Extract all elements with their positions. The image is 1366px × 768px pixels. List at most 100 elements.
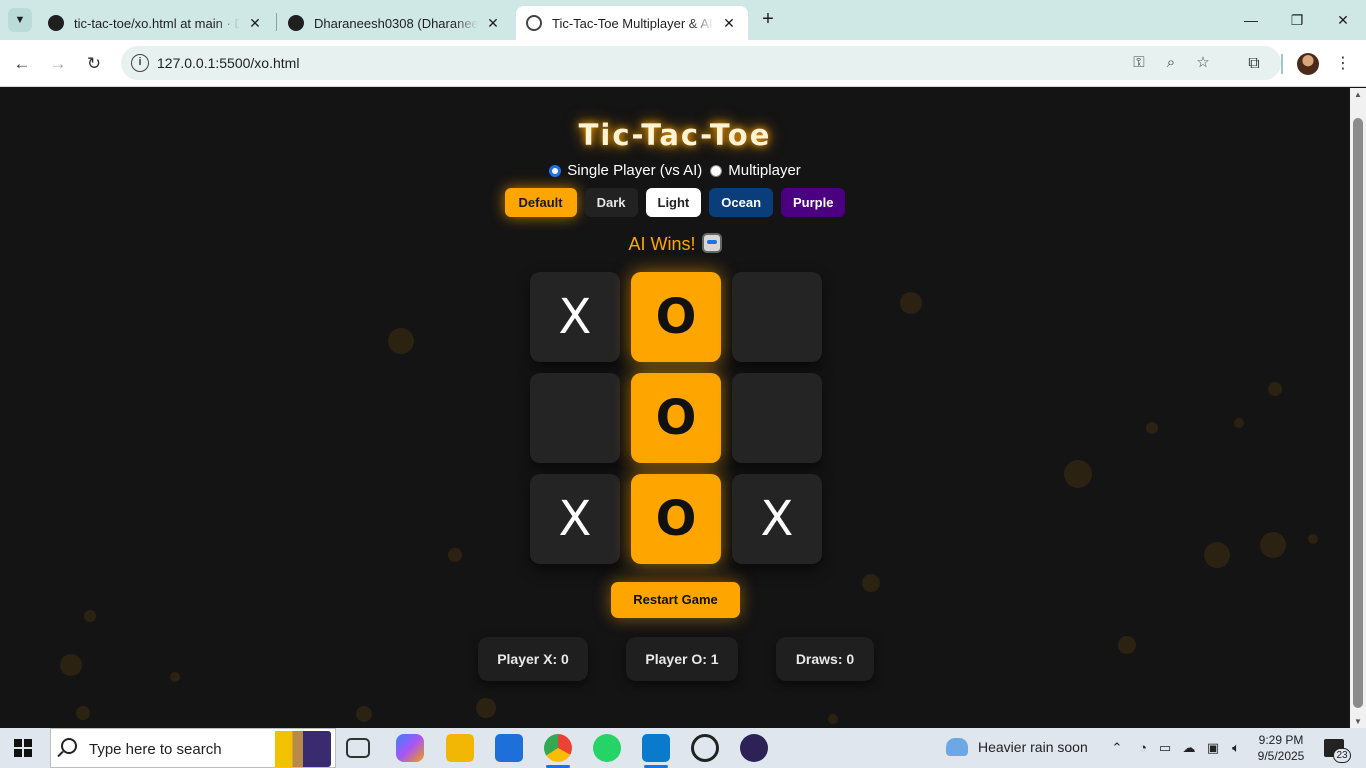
chrome-icon[interactable] [544, 734, 572, 768]
scroll-down-arrow-icon[interactable]: ▼ [1354, 717, 1362, 726]
clock-date: 9/5/2025 [1257, 749, 1305, 763]
tab-separator [276, 13, 277, 31]
weather-widget[interactable]: Heavier rain soon [946, 738, 1088, 756]
meet-now-icon[interactable]: ▣ [1204, 740, 1222, 756]
system-clock[interactable]: 9:29 PM 9/5/2025 [1254, 732, 1308, 764]
toolbar-divider [1281, 54, 1283, 74]
github-icon [288, 15, 304, 31]
browser-tab-github-xo[interactable]: tic-tac-toe/xo.html at main · Dh ✕ [38, 6, 274, 40]
tab-title: Dharaneesh0308 (Dharaneesh M [314, 15, 478, 31]
taskbar-search-box[interactable]: Type here to search [50, 728, 336, 768]
menu-icon[interactable]: ⋮ [1331, 52, 1355, 76]
network-icon[interactable]: ◔ [1134, 740, 1152, 755]
board-cell[interactable]: X [530, 272, 620, 362]
mode-selector: Single Player (vs AI) Multiplayer [0, 162, 1350, 179]
decor-dot [84, 610, 96, 622]
decor-dot [76, 706, 90, 720]
battery-icon[interactable]: ▭ [1156, 740, 1174, 756]
bookmark-star-icon[interactable]: ☆ [1193, 53, 1213, 73]
mode-multiplayer[interactable]: Multiplayer [710, 162, 801, 179]
board-cell[interactable]: O [631, 272, 721, 362]
board-cell[interactable]: X [530, 474, 620, 564]
scroll-thumb[interactable] [1353, 118, 1363, 708]
windows-start-icon[interactable] [14, 739, 32, 757]
search-placeholder: Type here to search [89, 741, 222, 758]
url-text[interactable]: 127.0.0.1:5500/xo.html [157, 55, 299, 71]
decor-dot [1268, 382, 1282, 396]
show-hidden-icons-chevron-icon[interactable]: ⌃ [1108, 740, 1126, 756]
reload-button[interactable]: ↻ [80, 50, 108, 78]
mode-single-player[interactable]: Single Player (vs AI) [549, 162, 702, 179]
zoom-icon[interactable]: ⌕ [1161, 53, 1181, 73]
onedrive-icon[interactable]: ☁ [1180, 740, 1198, 756]
single-player-radio[interactable] [549, 164, 562, 177]
file-explorer-icon[interactable] [446, 734, 474, 762]
search-icon [61, 738, 77, 754]
globe-icon [526, 15, 542, 31]
copilot-icon[interactable] [396, 734, 424, 762]
close-tab-icon[interactable]: ✕ [720, 15, 738, 32]
task-view-icon[interactable] [346, 738, 370, 758]
profile-avatar[interactable] [1297, 53, 1319, 75]
board-cell[interactable] [732, 373, 822, 463]
decor-dot [1118, 636, 1136, 654]
decor-dot [448, 548, 462, 562]
mode-label: Multiplayer [728, 162, 801, 179]
decor-dot [1260, 532, 1286, 558]
volume-icon[interactable]: 🔈︎ [1227, 740, 1245, 756]
status-text: AI Wins! [628, 234, 696, 254]
forward-button[interactable]: → [44, 50, 72, 78]
microsoft-store-icon[interactable] [495, 734, 523, 762]
game-title: Tic-Tac-Toe [578, 118, 772, 152]
decor-dot [170, 672, 180, 682]
theme-light-button[interactable]: Light [645, 188, 702, 217]
notification-count-badge: 23 [1333, 748, 1351, 763]
scroll-up-arrow-icon[interactable]: ▲ [1354, 90, 1362, 99]
eclipse-icon[interactable] [740, 734, 768, 762]
board-cell[interactable]: O [631, 474, 721, 564]
vscode-icon[interactable] [642, 734, 670, 768]
theme-purple-button[interactable]: Purple [781, 188, 846, 217]
page-scrollbar[interactable]: ▲ ▼ [1350, 88, 1366, 728]
extensions-icon[interactable]: ⧉ [1242, 52, 1266, 76]
minimize-button[interactable]: — [1228, 6, 1274, 34]
decor-dot [476, 698, 496, 718]
tab-search-icon[interactable]: ▼ [8, 8, 32, 32]
game-status: AI Wins! [0, 233, 1350, 255]
restart-game-button[interactable]: Restart Game [611, 582, 740, 618]
search-highlight-image [261, 731, 331, 767]
close-window-button[interactable]: ✕ [1320, 6, 1366, 34]
decor-dot [1064, 460, 1092, 488]
browser-tab-game[interactable]: Tic-Tac-Toe Multiplayer & AI - R ✕ [516, 6, 748, 40]
weather-text: Heavier rain soon [978, 739, 1088, 755]
decor-dot [862, 574, 880, 592]
decor-dot [828, 714, 838, 724]
board-cell[interactable]: O [631, 373, 721, 463]
clock-time: 9:29 PM [1258, 733, 1304, 747]
score-player-x: Player X: 0 [478, 637, 588, 681]
theme-switcher: Default Dark Light Ocean Purple [0, 188, 1350, 217]
close-tab-icon[interactable]: ✕ [484, 15, 502, 32]
board-cell[interactable] [530, 373, 620, 463]
score-draws: Draws: 0 [776, 637, 874, 681]
site-info-icon[interactable]: i [131, 54, 149, 72]
close-tab-icon[interactable]: ✕ [246, 15, 264, 32]
restore-button[interactable]: ❐ [1274, 6, 1320, 34]
board-cell[interactable]: X [732, 474, 822, 564]
whatsapp-icon[interactable] [593, 734, 621, 762]
theme-ocean-button[interactable]: Ocean [709, 188, 774, 217]
key-icon[interactable]: ⚿ [1129, 53, 1149, 73]
address-bar[interactable]: i 127.0.0.1:5500/xo.html ⚿ ⌕ ☆ [121, 46, 1281, 80]
multiplayer-radio[interactable] [710, 164, 723, 177]
decor-dot [1204, 542, 1230, 568]
theme-default-button[interactable]: Default [504, 188, 577, 217]
browser-toolbar: ← → ↻ i 127.0.0.1:5500/xo.html ⚿ ⌕ ☆ ⧉ ⋮ [0, 40, 1366, 87]
mode-label: Single Player (vs AI) [567, 162, 703, 179]
new-tab-button[interactable]: + [756, 8, 780, 32]
browser-tab-github-profile[interactable]: Dharaneesh0308 (Dharaneesh M ✕ [278, 6, 512, 40]
back-button[interactable]: ← [8, 50, 36, 78]
chatgpt-icon[interactable] [691, 734, 719, 762]
decor-dot [388, 328, 414, 354]
theme-dark-button[interactable]: Dark [584, 188, 638, 217]
board-cell[interactable] [732, 272, 822, 362]
